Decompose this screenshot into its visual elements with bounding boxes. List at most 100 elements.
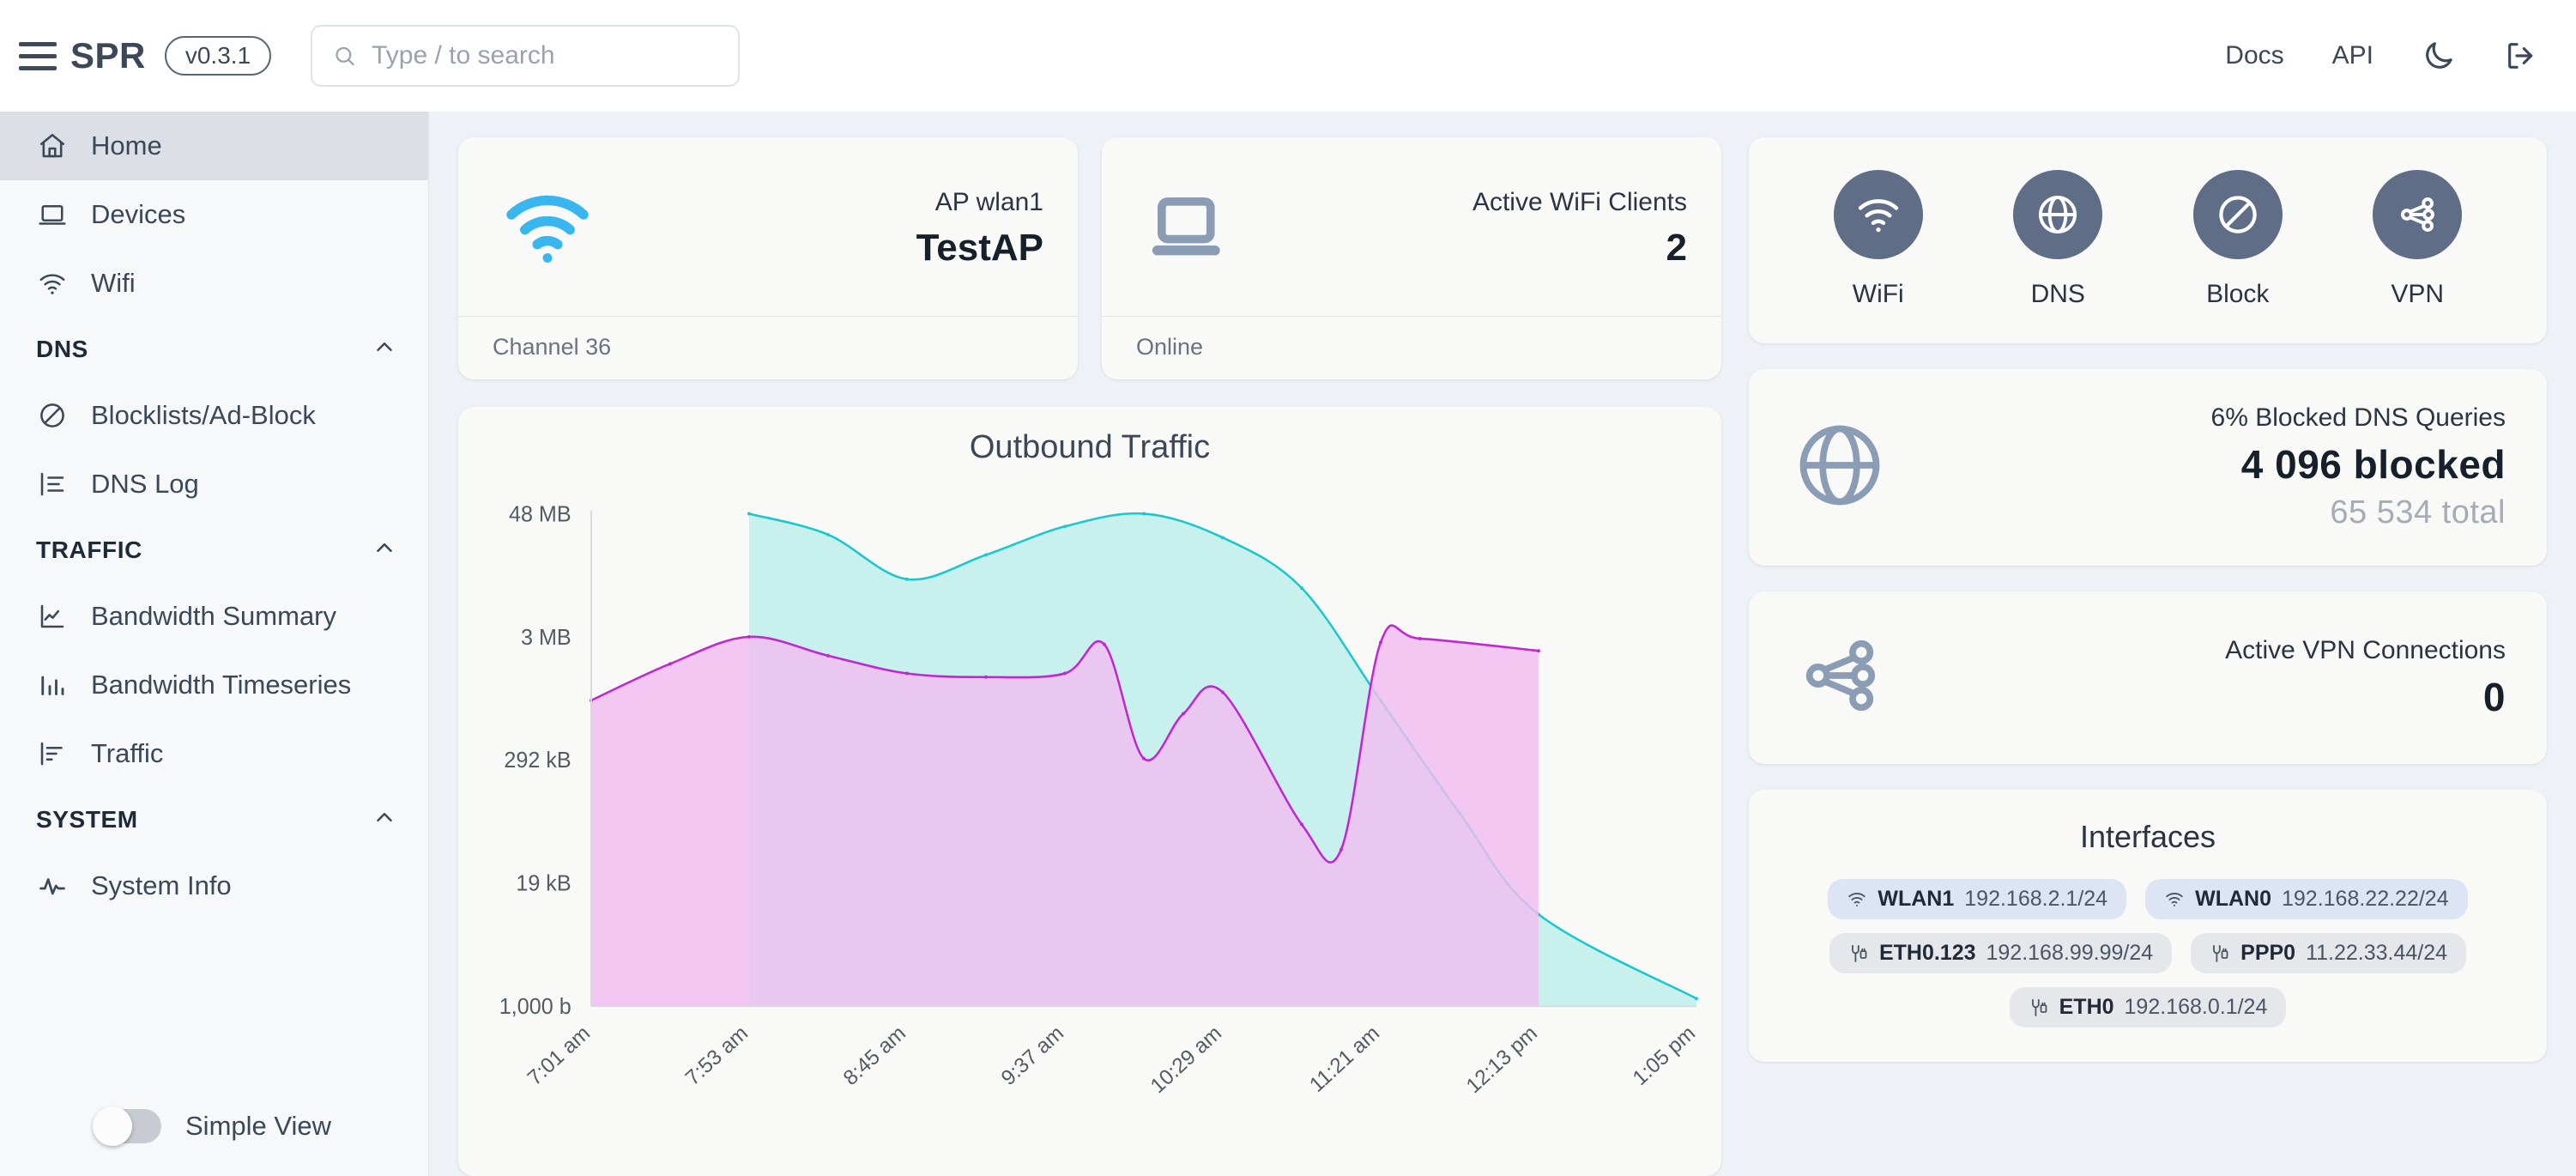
quick-action-dns[interactable]: DNS — [2013, 170, 2103, 309]
globe-icon — [1790, 415, 1890, 519]
sidebar-section-label: SYSTEM — [36, 806, 138, 833]
chart-point — [1142, 512, 1146, 516]
quick-action-label: DNS — [2030, 280, 2085, 308]
y-axis-tick-label: 3 MB — [521, 626, 571, 650]
sidebar-item-blocklists[interactable]: Blocklists/Ad-Block — [0, 381, 428, 450]
sidebar-item-label: Home — [91, 130, 162, 161]
sidebar-item-label: Bandwidth Summary — [91, 601, 337, 631]
chart-point — [1695, 997, 1698, 1001]
sidebar-section-dns[interactable]: DNS — [0, 318, 428, 381]
sidebar-item-bandwidth-timeseries[interactable]: Bandwidth Timeseries — [0, 651, 428, 719]
blocked-dns-value: 4 096 blocked — [2240, 442, 2506, 487]
moon-icon[interactable] — [2422, 39, 2456, 73]
sidebar-section-label: DNS — [36, 336, 88, 362]
x-axis-tick-label: 10:29 am — [1146, 1021, 1226, 1098]
chart-point — [984, 675, 988, 679]
wifi-clients-label: Active WiFi Clients — [1472, 187, 1687, 216]
interface-address: 11.22.33.44/24 — [2306, 941, 2448, 965]
simple-view-row: Simple View — [0, 1106, 428, 1176]
interface-pill-wlan1[interactable]: WLAN1 192.168.2.1/24 — [1828, 879, 2127, 919]
quick-action-label: Block — [2206, 280, 2270, 308]
chart-point — [1537, 649, 1540, 653]
quick-actions-row: WiFi DNS Block VPN — [1788, 170, 2507, 309]
chart-title: Outbound Traffic — [969, 429, 1211, 465]
chart-point — [1182, 712, 1185, 716]
sidebar-item-dns-log[interactable]: DNS Log — [0, 450, 428, 518]
ap-card-body: AP wlan1 TestAP — [458, 137, 1078, 316]
sidebar-item-devices[interactable]: Devices — [0, 180, 428, 249]
main-left-column: AP wlan1 TestAP Channel 36 Active WiFi C… — [458, 137, 1721, 1176]
quick-action-label: VPN — [2391, 280, 2445, 308]
search-icon — [336, 46, 354, 66]
chart-point — [905, 577, 909, 581]
chart-point — [1103, 642, 1106, 646]
ap-card-label: AP wlan1 — [934, 187, 1043, 216]
sidebar-section-traffic[interactable]: TRAFFIC — [0, 518, 428, 582]
wifi-clients-footer: Online — [1102, 316, 1721, 379]
search-box[interactable] — [311, 25, 741, 87]
main-content: AP wlan1 TestAP Channel 36 Active WiFi C… — [429, 112, 2576, 1176]
logout-icon[interactable] — [2504, 39, 2538, 73]
sidebar-item-label: System Info — [91, 870, 232, 900]
chart-point — [1142, 756, 1146, 761]
laptop-icon — [1143, 188, 1239, 267]
wifi-icon — [36, 267, 69, 300]
sidebar-item-system-info[interactable]: System Info — [0, 852, 428, 920]
chevron-up-icon — [372, 804, 397, 836]
chart-point — [1379, 640, 1382, 645]
api-link[interactable]: API — [2332, 41, 2373, 70]
app-brand: SPR — [70, 35, 146, 76]
chart-area-series-magenta — [590, 625, 1539, 1007]
quick-action-wifi[interactable]: WiFi — [1833, 170, 1923, 309]
quick-action-block[interactable]: Block — [2192, 170, 2283, 309]
ap-card-footer: Channel 36 — [458, 316, 1078, 379]
interface-address: 192.168.22.22/24 — [2281, 887, 2449, 911]
chart-point — [826, 653, 830, 658]
x-axis-tick-label: 11:21 am — [1305, 1021, 1384, 1097]
interface-pill-ppp0[interactable]: PPP0 11.22.33.44/24 — [2191, 933, 2467, 973]
sidebar-section-system[interactable]: SYSTEM — [0, 788, 428, 852]
search-input[interactable] — [372, 41, 718, 70]
interface-name: PPP0 — [2240, 941, 2296, 965]
chevron-up-icon — [372, 334, 397, 366]
toggle-knob — [93, 1106, 132, 1146]
x-axis-tick-label: 7:01 am — [523, 1021, 595, 1090]
stat-card-row: AP wlan1 TestAP Channel 36 Active WiFi C… — [458, 137, 1721, 379]
chart-point — [905, 671, 909, 676]
interface-name: ETH0 — [2059, 995, 2114, 1019]
chart-point — [1221, 536, 1225, 540]
sidebar: Home Devices Wifi DNS Blocklists/Ad-Bloc… — [0, 112, 429, 1176]
vpn-connections-label: Active VPN Connections — [2225, 635, 2506, 664]
interface-pill-eth0[interactable]: ETH0 192.168.0.1/24 — [2009, 987, 2287, 1027]
sidebar-item-label: Bandwidth Timeseries — [91, 670, 352, 700]
plug-icon — [2210, 943, 2230, 964]
block-icon — [36, 399, 69, 432]
simple-view-label: Simple View — [185, 1111, 332, 1141]
chart-point — [1418, 636, 1422, 640]
docs-link[interactable]: Docs — [2225, 41, 2283, 70]
ap-status-card: AP wlan1 TestAP Channel 36 — [458, 137, 1078, 379]
bar-list-icon — [36, 737, 69, 770]
sidebar-item-bandwidth-summary[interactable]: Bandwidth Summary — [0, 582, 428, 651]
interface-pill-eth0-123[interactable]: ETH0.123 192.168.99.99/24 — [1829, 933, 2173, 973]
sidebar-item-wifi[interactable]: Wifi — [0, 249, 428, 318]
version-badge: v0.3.1 — [164, 36, 272, 76]
plug-icon — [2029, 997, 2049, 1018]
header-actions: Docs API — [2225, 39, 2538, 73]
hamburger-menu-icon[interactable] — [19, 37, 57, 75]
vpn-connections-text: Active VPN Connections 0 — [1907, 636, 2506, 720]
sidebar-item-traffic[interactable]: Traffic — [0, 719, 428, 788]
interface-pill-wlan0[interactable]: WLAN0 192.168.22.22/24 — [2145, 879, 2468, 919]
simple-view-toggle[interactable] — [93, 1106, 161, 1146]
sidebar-item-home[interactable]: Home — [0, 112, 428, 180]
interfaces-row: ETH0.123 192.168.99.99/24 PPP0 11.22.33.44/… — [1829, 933, 2467, 973]
chart-point — [747, 634, 751, 639]
y-axis-tick-label: 1,000 b — [499, 995, 571, 1019]
quick-action-vpn[interactable]: VPN — [2373, 170, 2463, 309]
sidebar-item-label: DNS Log — [91, 469, 199, 499]
app-header: SPR v0.3.1 Docs API — [0, 0, 2576, 112]
home-icon — [36, 130, 69, 162]
line-chart-icon — [36, 600, 69, 633]
interfaces-list: WLAN1 192.168.2.1/24 WLAN0 192.168.22.22/24… — [1783, 879, 2513, 1027]
vpn-network-icon — [1790, 626, 1890, 730]
